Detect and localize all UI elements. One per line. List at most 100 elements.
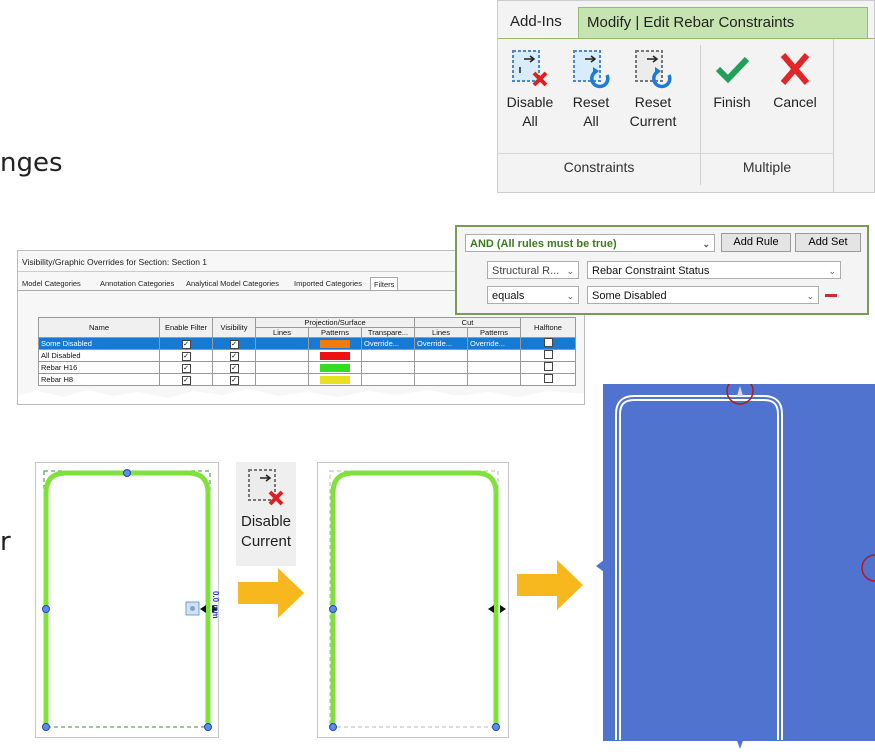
- rule-parameter-value: Rebar Constraint Status: [592, 265, 710, 277]
- col-header-transparency: Transpare...: [361, 327, 415, 338]
- projection-pattern-cell[interactable]: [308, 337, 362, 350]
- rule-category-value: Structural R...: [492, 265, 560, 277]
- rebar-shape-after: [329, 470, 506, 731]
- col-header-cut-patterns: Patterns: [467, 327, 521, 338]
- tab-analytical-model-categories[interactable]: Analytical Model Categories: [186, 279, 279, 288]
- reset-all-icon: [571, 49, 611, 89]
- projection-lines-cell[interactable]: [255, 337, 309, 350]
- disable-current-button[interactable]: Disable Current: [236, 462, 296, 566]
- reset-all-label-line2: All: [583, 113, 599, 129]
- cancel-button[interactable]: Cancel: [766, 49, 824, 112]
- group-label-constraints: Constraints: [563, 159, 635, 175]
- halftone-checkbox[interactable]: [543, 362, 553, 371]
- dialog-title: Visibility/Graphic Overrides for Section…: [22, 257, 208, 267]
- rule-parameter-dropdown[interactable]: Rebar Constraint Status ⌄: [587, 261, 841, 279]
- projection-pattern-cell[interactable]: [308, 361, 362, 374]
- rule-value-dropdown[interactable]: Some Disabled ⌄: [587, 286, 819, 304]
- col-header-cut-lines: Lines: [414, 327, 468, 338]
- rebar-shape-before: [42, 469, 218, 731]
- rule-condition-value: AND (All rules must be true): [470, 238, 617, 250]
- finish-label: Finish: [713, 94, 751, 110]
- chevron-down-icon: ⌄: [566, 266, 574, 276]
- rule-value-value: Some Disabled: [592, 290, 667, 302]
- tab-model-categories[interactable]: Model Categories: [22, 279, 81, 288]
- disable-current-label-line1: Disable: [240, 513, 292, 530]
- col-header-name: Name: [38, 317, 160, 338]
- pattern-swatch: [320, 340, 350, 348]
- disable-current-label-line2: Current: [240, 533, 292, 550]
- torn-edge: [18, 389, 584, 404]
- cut-lines-override-cell[interactable]: Override...: [414, 337, 468, 350]
- halftone-checkbox[interactable]: [543, 338, 553, 347]
- cut-patterns-override-cell[interactable]: [467, 361, 521, 374]
- group-label-divider: [498, 153, 834, 154]
- section-marker-icon: [596, 560, 604, 572]
- rule-operator-value: equals: [492, 290, 525, 302]
- filter-name: All Disabled: [38, 349, 160, 362]
- projection-pattern-cell[interactable]: [308, 349, 362, 362]
- chevron-down-icon: ⌄: [806, 291, 814, 301]
- filter-name: Some Disabled: [38, 337, 160, 350]
- arrow-right-icon: [517, 560, 583, 610]
- rebar-after-view: [317, 462, 509, 738]
- enable-filter-checkbox[interactable]: ✓: [181, 363, 191, 373]
- tab-imported-categories[interactable]: Imported Categories: [294, 279, 362, 288]
- filters-table: Name Enable Filter Visibility Projection…: [38, 317, 576, 386]
- halftone-checkbox[interactable]: [543, 350, 553, 359]
- filter-rules-panel: AND (All rules must be true) ⌄ Add Rule …: [455, 225, 869, 315]
- col-header-visibility: Visibility: [212, 317, 256, 338]
- table-row[interactable]: Some Disabled ✓ ✓ Override... Override..…: [38, 337, 576, 350]
- col-header-lines: Lines: [255, 327, 309, 338]
- reset-current-label-line1: Reset: [634, 94, 672, 110]
- enable-filter-checkbox[interactable]: ✓: [181, 339, 191, 349]
- reset-current-label-line2: Current: [629, 113, 677, 129]
- reset-all-label-line1: Reset: [572, 94, 610, 110]
- tab-modify-edit-rebar-constraints[interactable]: Modify | Edit Rebar Constraints: [578, 7, 868, 38]
- projection-lines-cell[interactable]: [255, 361, 309, 374]
- group-separator: [833, 39, 834, 193]
- visibility-checkbox[interactable]: ✓: [229, 339, 239, 349]
- add-set-button[interactable]: Add Set: [795, 233, 861, 252]
- disable-all-label-line1: Disable: [506, 94, 554, 110]
- remove-rule-icon[interactable]: [825, 294, 837, 297]
- transparency-override-cell[interactable]: [361, 361, 415, 374]
- finish-button[interactable]: Finish: [704, 49, 760, 112]
- slide-text-fragment: r: [0, 527, 11, 557]
- cut-lines-override-cell[interactable]: [414, 349, 468, 362]
- reset-all-button[interactable]: Reset All: [568, 49, 614, 131]
- transparency-override-cell[interactable]: Override...: [361, 337, 415, 350]
- tab-annotation-categories[interactable]: Annotation Categories: [100, 279, 174, 288]
- pattern-swatch: [320, 352, 350, 360]
- transparency-override-cell[interactable]: [361, 349, 415, 362]
- projection-lines-cell[interactable]: [255, 349, 309, 362]
- slide-text-fragment: nges: [0, 148, 63, 178]
- rebar-before-view: 0.0 mm: [35, 462, 220, 738]
- cut-patterns-override-cell[interactable]: [467, 349, 521, 362]
- reset-current-button[interactable]: Reset Current: [624, 49, 682, 131]
- cut-patterns-override-cell[interactable]: Override...: [467, 337, 521, 350]
- visibility-checkbox[interactable]: ✓: [229, 363, 239, 373]
- rule-category-dropdown[interactable]: Structural R... ⌄: [487, 261, 579, 279]
- add-rule-button[interactable]: Add Rule: [721, 233, 791, 252]
- col-header-enable-filter: Enable Filter: [159, 317, 213, 338]
- table-row[interactable]: All Disabled ✓ ✓: [38, 349, 576, 362]
- rebar-section-view: [603, 377, 875, 741]
- visibility-checkbox[interactable]: ✓: [229, 351, 239, 361]
- col-header-halftone: Halftone: [520, 317, 576, 338]
- col-header-patterns: Patterns: [308, 327, 362, 338]
- tab-filters[interactable]: Filters: [370, 277, 399, 291]
- disable-all-icon: [510, 49, 550, 89]
- disable-all-button[interactable]: Disable All: [504, 49, 556, 131]
- arrow-right-icon: [238, 568, 304, 618]
- checkmark-icon: [712, 49, 752, 89]
- ribbon-panel: Add-Ins Modify | Edit Rebar Constraints …: [497, 0, 875, 193]
- enable-filter-checkbox[interactable]: ✓: [181, 351, 191, 361]
- disable-current-icon: [246, 468, 286, 508]
- chevron-down-icon: ⌄: [702, 239, 710, 249]
- cut-lines-override-cell[interactable]: [414, 361, 468, 374]
- table-row[interactable]: Rebar H16 ✓ ✓: [38, 361, 576, 374]
- dimension-label: 0.0 mm: [211, 591, 220, 619]
- tab-add-ins[interactable]: Add-Ins: [502, 7, 570, 37]
- rule-condition-dropdown[interactable]: AND (All rules must be true) ⌄: [465, 234, 715, 252]
- rule-operator-dropdown[interactable]: equals ⌄: [487, 286, 579, 304]
